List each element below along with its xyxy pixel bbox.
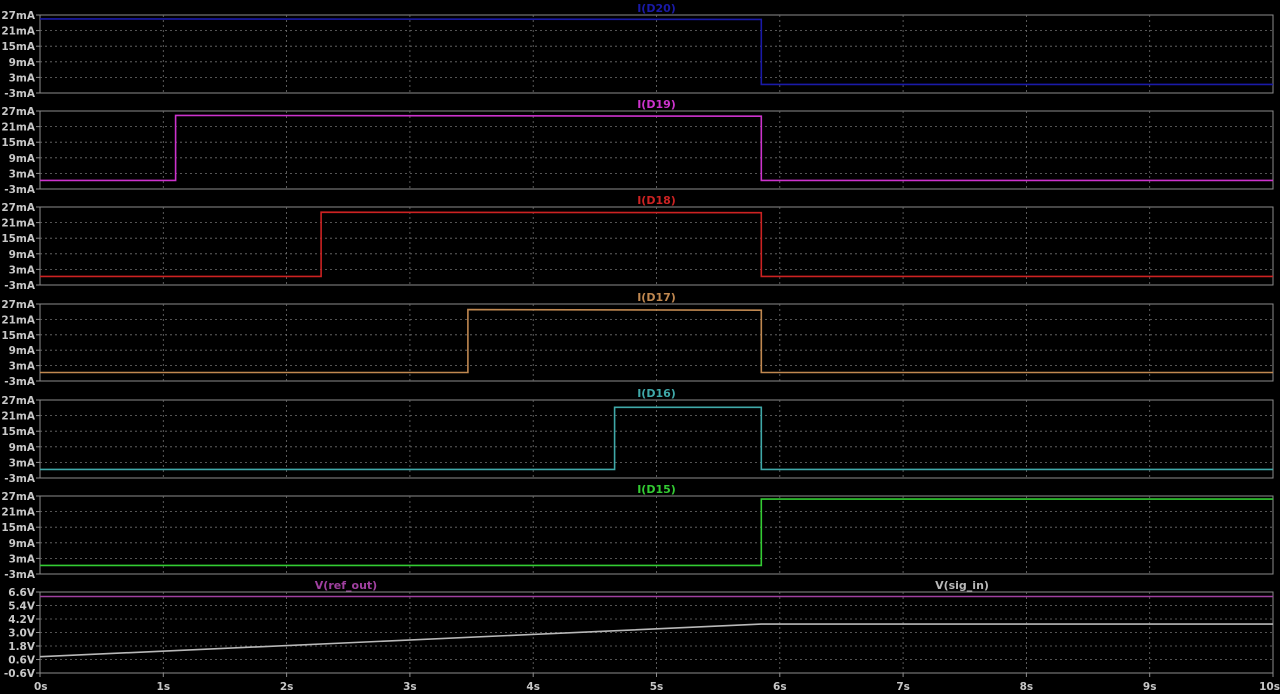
y-tick-label: 1.8V	[8, 641, 36, 653]
y-tick-label: 27mA	[1, 395, 36, 407]
y-tick-label: -3mA	[4, 569, 36, 581]
trace-title[interactable]: I(D18)	[637, 194, 676, 207]
y-tick-label: 15mA	[1, 522, 36, 534]
y-tick-label: 3mA	[9, 361, 36, 373]
trace-i-d18[interactable]	[40, 211, 1273, 278]
y-tick-label: 27mA	[1, 10, 36, 22]
y-tick-label: 21mA	[1, 314, 36, 326]
y-tick-label: 9mA	[9, 538, 36, 550]
trace-title[interactable]: I(D16)	[637, 387, 676, 400]
x-tick-label: 5s	[650, 681, 664, 693]
y-tick-label: 21mA	[1, 26, 36, 38]
waveform-viewer[interactable]: 27mA 21mA 15mA 9mA 3mA -3mA I(D20) 27mA 21mA 15mA…	[0, 0, 1280, 694]
y-tick-label: -3mA	[4, 88, 36, 100]
trace-title[interactable]: V(ref_out)	[315, 579, 377, 592]
y-tick-label: 21mA	[1, 218, 36, 230]
y-tick-label: 3mA	[9, 264, 36, 276]
y-tick-label: 15mA	[1, 426, 36, 438]
x-tick-label: 4s	[526, 681, 540, 693]
y-tick-label: -3mA	[4, 376, 36, 388]
y-tick-label: 15mA	[1, 233, 36, 245]
y-tick-label: 27mA	[1, 491, 36, 503]
y-tick-label: -3mA	[4, 473, 36, 485]
y-tick-label: 9mA	[9, 345, 36, 357]
y-tick-label: 15mA	[1, 137, 36, 149]
y-tick-label: 15mA	[1, 330, 36, 342]
y-tick-label: 27mA	[1, 299, 36, 311]
y-tick-label: 3mA	[9, 457, 36, 469]
y-tick-label: 3.0V	[8, 628, 36, 640]
x-tick-label: 3s	[403, 681, 417, 693]
y-tick-label: 9mA	[9, 57, 36, 69]
x-tick-label: 2s	[280, 681, 294, 693]
y-tick-label: 3mA	[9, 72, 36, 84]
y-tick-label: 15mA	[1, 41, 36, 53]
y-tick-label: 4.2V	[8, 614, 36, 626]
y-tick-label: 21mA	[1, 411, 36, 423]
trace-title[interactable]: V(sig_in)	[935, 579, 989, 592]
y-tick-label: 3mA	[9, 168, 36, 180]
trace-title[interactable]: I(D15)	[637, 483, 676, 496]
y-tick-label: 3mA	[9, 553, 36, 565]
y-tick-label: 9mA	[9, 249, 36, 261]
x-tick-label: 9s	[1143, 681, 1157, 693]
y-tick-label: 0.6V	[8, 655, 36, 667]
y-tick-label: 21mA	[1, 507, 36, 519]
y-tick-label: 6.6V	[8, 587, 36, 599]
trace-title[interactable]: I(D17)	[637, 291, 676, 304]
x-tick-label: 10s	[1259, 681, 1280, 693]
y-tick-label: -3mA	[4, 184, 36, 196]
trace-title[interactable]: I(D19)	[637, 98, 676, 111]
y-tick-label: 9mA	[9, 442, 36, 454]
y-tick-label: 9mA	[9, 153, 36, 165]
y-tick-label: 5.4V	[8, 601, 36, 613]
x-tick-label: 1s	[157, 681, 171, 693]
y-tick-label: 27mA	[1, 106, 36, 118]
trace-v-sig-in[interactable]	[39, 623, 1273, 658]
y-tick-label: 27mA	[1, 202, 36, 214]
x-tick-label: 7s	[896, 681, 910, 693]
y-tick-label: -3mA	[4, 280, 36, 292]
x-tick-label: 6s	[773, 681, 787, 693]
x-tick-label: 0s	[34, 681, 48, 693]
x-tick-label: 8s	[1020, 681, 1034, 693]
y-tick-label: 21mA	[1, 122, 36, 134]
trace-title[interactable]: I(D20)	[637, 2, 676, 15]
y-tick-label: -0.6V	[4, 668, 36, 680]
